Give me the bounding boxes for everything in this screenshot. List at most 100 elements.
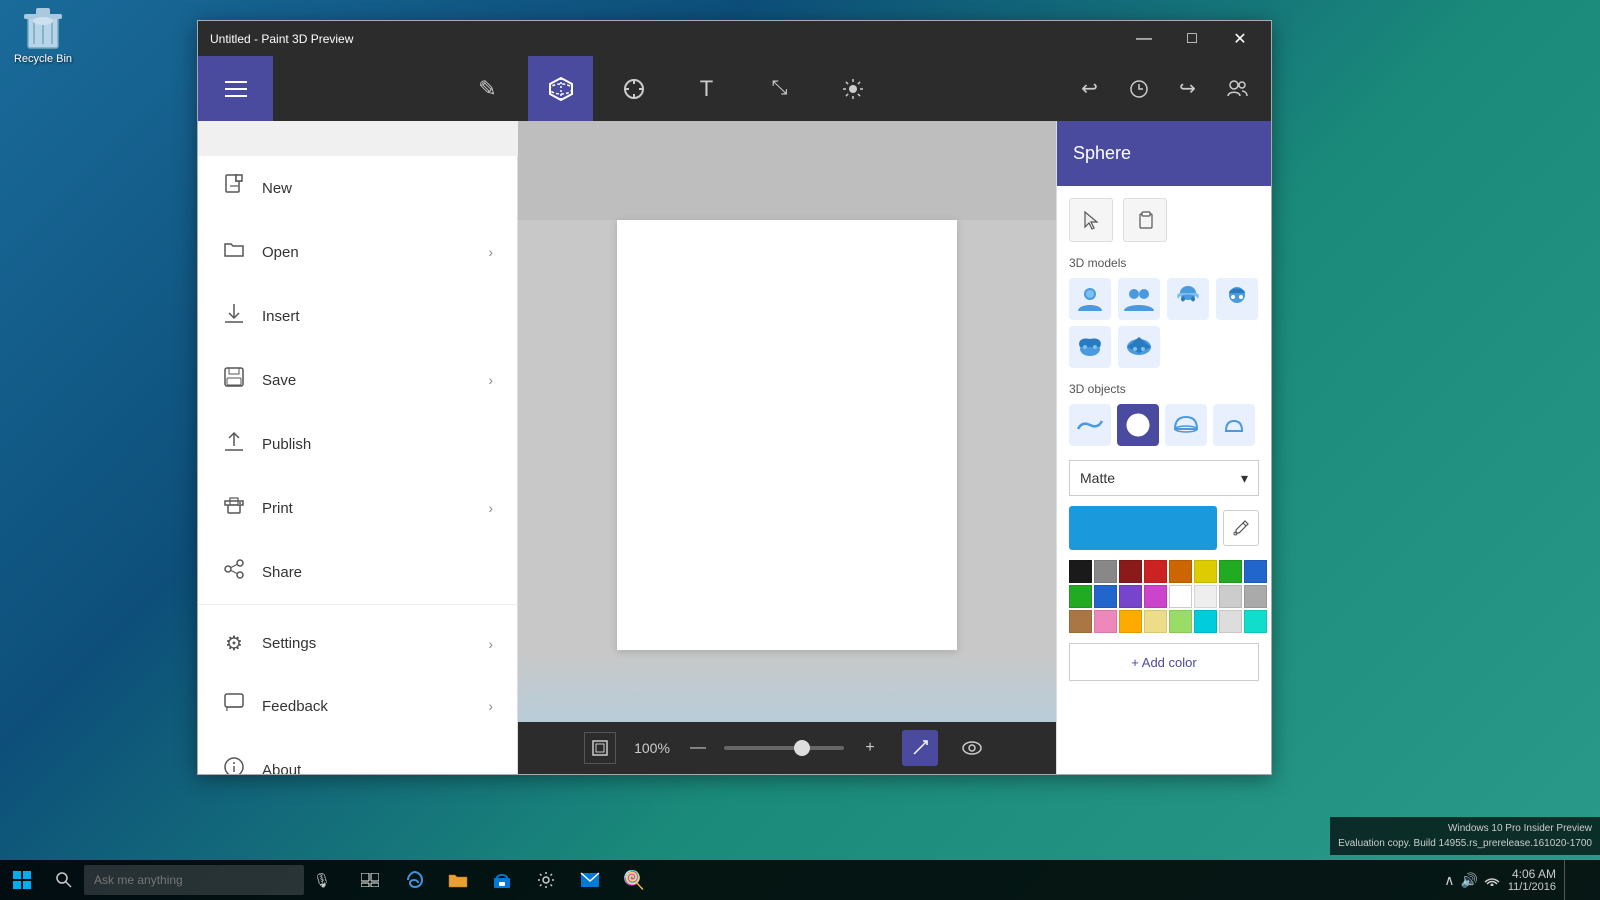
menu-item-settings[interactable]: ⚙ Settings › (198, 613, 517, 674)
panel-title: Sphere (1073, 143, 1131, 164)
object-item-half[interactable] (1165, 404, 1207, 446)
color-gold[interactable] (1119, 610, 1142, 633)
model-item-2[interactable] (1118, 278, 1160, 320)
feedback-arrow-icon: › (488, 698, 493, 714)
menu-item-publish[interactable]: Publish (198, 412, 517, 476)
search-input[interactable] (84, 865, 304, 895)
color-very-light[interactable] (1219, 610, 1242, 633)
model-item-1[interactable] (1069, 278, 1111, 320)
effects-tool-button[interactable] (820, 56, 885, 121)
model-item-4[interactable] (1216, 278, 1258, 320)
color-teal[interactable] (1244, 610, 1267, 633)
history-button[interactable] (1116, 66, 1161, 111)
eyedropper-button[interactable] (1223, 510, 1259, 546)
task-view-button[interactable] (348, 860, 392, 900)
color-light-gray[interactable] (1194, 585, 1217, 608)
color-dark-gray[interactable] (1244, 585, 1267, 608)
color-palette (1069, 560, 1259, 633)
file-explorer-button[interactable] (436, 860, 480, 900)
menu-item-open[interactable]: Open › (198, 220, 517, 284)
collaborate-button[interactable] (1214, 66, 1259, 111)
3d-tool-button[interactable] (528, 56, 593, 121)
color-white[interactable] (1169, 585, 1192, 608)
drawing-canvas[interactable] (617, 220, 957, 650)
models-section-label: 3D models (1069, 256, 1259, 270)
color-green2[interactable] (1069, 585, 1092, 608)
taskbar-settings-button[interactable] (524, 860, 568, 900)
zoom-slider[interactable] (724, 746, 844, 750)
view-mode-button[interactable] (954, 730, 990, 766)
undo-button[interactable]: ↩ (1067, 66, 1112, 111)
menu-item-share[interactable]: Share (198, 540, 517, 604)
maximize-button[interactable]: □ (1169, 21, 1215, 56)
model-item-6[interactable] (1118, 326, 1160, 368)
menu-item-about[interactable]: About (198, 738, 517, 774)
color-yellow[interactable] (1194, 560, 1217, 583)
edge-browser-button[interactable] (392, 860, 436, 900)
color-orange[interactable] (1169, 560, 1192, 583)
show-desktop-button[interactable] (1564, 860, 1600, 900)
menu-item-print[interactable]: Print › (198, 476, 517, 540)
edit-mode-button[interactable] (902, 730, 938, 766)
volume-icon[interactable]: 🔊 (1460, 872, 1477, 889)
main-color-swatch[interactable] (1069, 506, 1217, 550)
object-item-wave[interactable] (1069, 404, 1111, 446)
color-purple[interactable] (1119, 585, 1142, 608)
windows-info: Windows 10 Pro Insider Preview Evaluatio… (1330, 817, 1600, 855)
minimize-button[interactable]: — (1121, 21, 1167, 56)
color-cyan[interactable] (1194, 610, 1217, 633)
select-tool-button[interactable] (601, 56, 666, 121)
model-item-5[interactable] (1069, 326, 1111, 368)
candy-crush-button[interactable]: 🍭 (612, 860, 656, 900)
clock-time: 4:06 AM (1508, 867, 1556, 881)
menu-item-insert[interactable]: Insert (198, 284, 517, 348)
zoom-out-button[interactable]: — (682, 732, 714, 764)
start-button[interactable] (0, 860, 44, 900)
mail-button[interactable] (568, 860, 612, 900)
menu-item-new[interactable]: New (198, 156, 517, 220)
store-button[interactable] (480, 860, 524, 900)
zoom-in-button[interactable]: + (854, 732, 886, 764)
system-clock[interactable]: 4:06 AM 11/1/2016 (1508, 867, 1564, 893)
color-black[interactable] (1069, 560, 1092, 583)
paste-tool-button[interactable] (1123, 198, 1167, 242)
menu-item-feedback[interactable]: Feedback › (198, 674, 517, 738)
cursor-tool-button[interactable] (1069, 198, 1113, 242)
brush-tool-button[interactable]: ✎ (455, 56, 520, 121)
color-dark-red[interactable] (1119, 560, 1142, 583)
add-color-button[interactable]: + Add color (1069, 643, 1259, 681)
feedback-icon (222, 692, 246, 720)
zoom-controls: 100% — + (632, 732, 886, 764)
object-item-sphere[interactable] (1117, 404, 1159, 446)
color-blue2[interactable] (1094, 585, 1117, 608)
color-blue[interactable] (1244, 560, 1267, 583)
transform-tool-button[interactable]: ⤡ (747, 56, 812, 121)
search-icon-button[interactable] (44, 860, 84, 900)
dropdown-arrow-icon: ▾ (1241, 470, 1248, 487)
color-red[interactable] (1144, 560, 1167, 583)
fit-to-screen-button[interactable] (584, 732, 616, 764)
microphone-button[interactable]: 🎙 (304, 860, 340, 900)
color-mid-gray[interactable] (1219, 585, 1242, 608)
recycle-bin[interactable]: Recycle Bin (8, 6, 78, 65)
text-tool-button[interactable]: T (674, 56, 739, 121)
model-grid (1069, 278, 1259, 368)
color-light-yellow[interactable] (1144, 610, 1167, 633)
color-green[interactable] (1219, 560, 1242, 583)
canvas-top-area (518, 121, 1056, 220)
panel-tools (1069, 198, 1259, 242)
up-arrow-icon[interactable]: ∧ (1444, 872, 1454, 889)
model-item-3[interactable] (1167, 278, 1209, 320)
color-pink2[interactable] (1094, 610, 1117, 633)
color-pink[interactable] (1144, 585, 1167, 608)
object-item-small[interactable] (1213, 404, 1255, 446)
color-brown[interactable] (1069, 610, 1092, 633)
network-icon[interactable] (1484, 872, 1500, 889)
menu-item-save[interactable]: Save › (198, 348, 517, 412)
redo-button[interactable]: ↪ (1165, 66, 1210, 111)
color-gray[interactable] (1094, 560, 1117, 583)
close-button[interactable]: ✕ (1217, 21, 1263, 56)
color-light-green[interactable] (1169, 610, 1192, 633)
material-dropdown[interactable]: Matte ▾ (1069, 460, 1259, 496)
hamburger-button[interactable] (198, 56, 273, 121)
